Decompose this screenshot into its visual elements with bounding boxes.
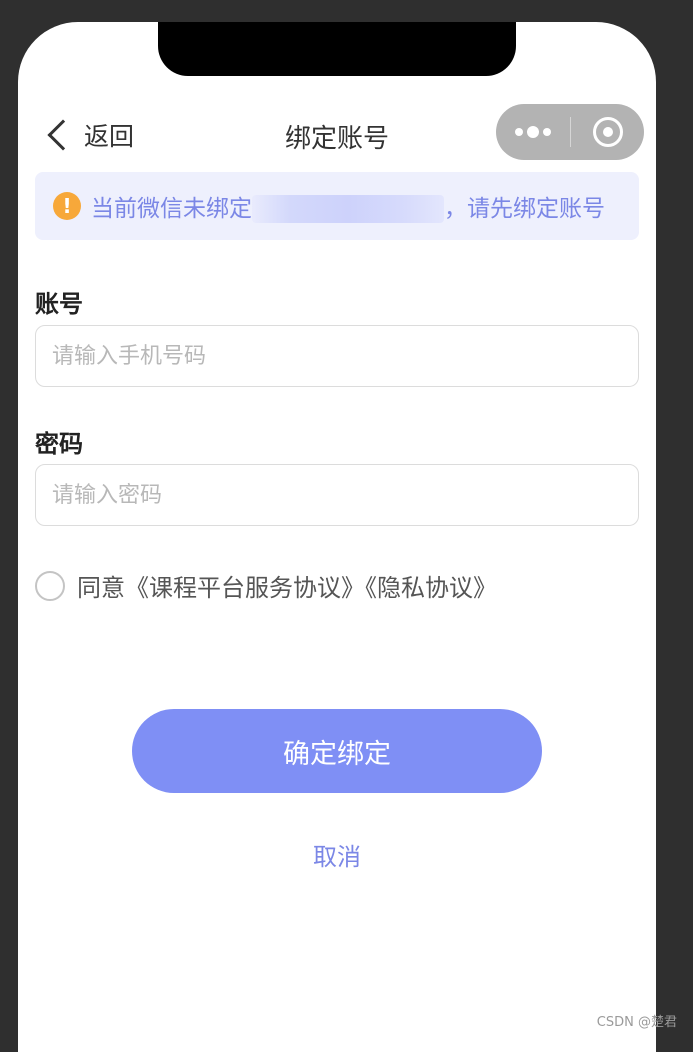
nav-bar: 返回 绑定账号 [18, 104, 656, 166]
notice-text-before: 当前微信未绑定 [91, 196, 252, 222]
more-dot-right [543, 128, 551, 136]
password-label: 密码 [35, 424, 83, 459]
agreement-text[interactable]: 同意《课程平台服务协议》《隐私协议》 [77, 568, 497, 603]
confirm-bind-button[interactable]: 确定绑定 [132, 709, 542, 793]
warning-icon: ! [53, 192, 81, 220]
target-circle-dot [603, 127, 613, 137]
more-button[interactable] [496, 104, 570, 160]
device-notch [158, 22, 516, 76]
redacted-blur [252, 195, 444, 223]
notice-text-after: ，请先绑定账号 [444, 196, 605, 222]
phone-screen: 返回 绑定账号 ! 当前微信未绑定，请先绑定账号 账号 密码 同意《课 [18, 22, 656, 1052]
target-circle-icon [593, 117, 623, 147]
unbound-notice: ! 当前微信未绑定 ，请先绑定账号 [35, 172, 639, 240]
cancel-link[interactable]: 取消 [18, 837, 656, 872]
watermark: CSDN @楚君 [597, 1011, 677, 1030]
more-dot-center [527, 126, 539, 138]
account-input[interactable] [35, 325, 639, 387]
account-label: 账号 [35, 284, 83, 319]
agreement-radio[interactable] [35, 571, 65, 601]
agreement-row: 同意《课程平台服务协议》《隐私协议》 [35, 568, 497, 603]
notice-text: 当前微信未绑定 ，请先绑定账号 [91, 189, 605, 224]
password-input[interactable] [35, 464, 639, 526]
miniprogram-capsule [496, 104, 644, 160]
close-miniprogram-button[interactable] [571, 104, 644, 160]
more-dots-icon [515, 128, 523, 136]
